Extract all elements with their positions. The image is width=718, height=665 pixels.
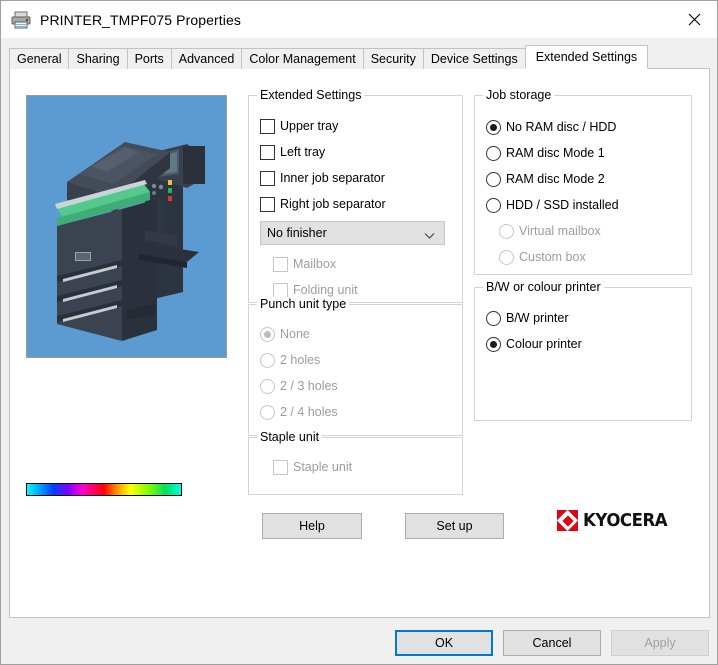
radio-button [260, 378, 275, 394]
extended-settings-panel: Extended Settings Upper tray Left tray I… [9, 68, 710, 618]
radio-label: Custom box [519, 250, 586, 264]
radio-label: B/W printer [506, 311, 569, 325]
checkbox-box [260, 118, 275, 134]
checkbox-label: Folding unit [293, 283, 358, 297]
printer-illustration [27, 96, 226, 357]
help-button[interactable]: Help [262, 513, 362, 539]
kyocera-logo: KYOCERA [557, 510, 674, 531]
checkbox-box [273, 459, 288, 475]
checkbox-box [260, 170, 275, 186]
apply-button: Apply [611, 630, 709, 656]
checkbox-label: Upper tray [280, 119, 339, 133]
tab-device-settings[interactable]: Device Settings [422, 48, 526, 69]
checkbox-box [273, 282, 288, 298]
tab-security[interactable]: Security [362, 48, 424, 69]
radio-label: 2 / 3 holes [280, 379, 338, 393]
radio-button [486, 310, 501, 326]
radio-bw-printer[interactable]: B/W printer [486, 309, 569, 327]
radio-label: 2 / 4 holes [280, 405, 338, 419]
checkbox-mailbox: Mailbox [273, 255, 336, 273]
extended-settings-group: Extended Settings Upper tray Left tray I… [248, 88, 463, 303]
radio-button [486, 197, 501, 213]
radio-punch-2-holes: 2 holes [260, 351, 320, 369]
setup-button[interactable]: Set up [405, 513, 504, 539]
radio-button [486, 119, 501, 135]
window-title: PRINTER_TMPF075 Properties [40, 11, 241, 28]
bw-or-colour-printer-legend: B/W or colour printer [483, 280, 604, 294]
radio-hdd-ssd-installed[interactable]: HDD / SSD installed [486, 196, 619, 214]
cancel-button[interactable]: Cancel [503, 630, 601, 656]
tab-general[interactable]: General [9, 48, 70, 69]
radio-label: Virtual mailbox [519, 224, 601, 238]
radio-button [260, 352, 275, 368]
printer-icon [10, 10, 32, 30]
checkbox-box [273, 256, 288, 272]
radio-button [499, 249, 514, 265]
radio-punch-2-3-holes: 2 / 3 holes [260, 377, 338, 395]
close-button[interactable] [671, 1, 717, 38]
kyocera-mark-icon [557, 510, 578, 531]
staple-unit-legend: Staple unit [257, 430, 323, 444]
finisher-dropdown[interactable]: No finisher [260, 221, 445, 245]
radio-ram-disc-mode-1[interactable]: RAM disc Mode 1 [486, 144, 605, 162]
checkbox-label: Left tray [280, 145, 326, 159]
radio-button [260, 404, 275, 420]
checkbox-left-tray[interactable]: Left tray [260, 143, 325, 161]
radio-ram-disc-mode-2[interactable]: RAM disc Mode 2 [486, 170, 605, 188]
bw-or-colour-printer-group: B/W or colour printer B/W printer Colour… [474, 280, 692, 421]
radio-no-ram-disc-hdd[interactable]: No RAM disc / HDD [486, 118, 616, 136]
tab-advanced[interactable]: Advanced [170, 48, 243, 69]
printer-preview-image [26, 95, 227, 358]
radio-label: None [280, 327, 310, 341]
radio-label: RAM disc Mode 2 [506, 172, 605, 186]
radio-label: HDD / SSD installed [506, 198, 619, 212]
radio-button [499, 223, 514, 239]
checkbox-label: Inner job separator [280, 171, 385, 185]
printer-properties-window: PRINTER_TMPF075 Properties General Shari… [0, 0, 718, 665]
job-storage-legend: Job storage [483, 88, 555, 102]
punch-unit-type-legend: Punch unit type [257, 297, 350, 311]
radio-button [486, 171, 501, 187]
checkbox-right-job-separator[interactable]: Right job separator [260, 195, 386, 213]
radio-label: 2 holes [280, 353, 321, 367]
ok-button[interactable]: OK [395, 630, 493, 656]
tab-sharing[interactable]: Sharing [68, 48, 128, 69]
radio-colour-printer[interactable]: Colour printer [486, 335, 582, 353]
finisher-dropdown-value: No finisher [267, 226, 327, 240]
chevron-down-icon [424, 229, 435, 243]
radio-label: Colour printer [506, 337, 582, 351]
kyocera-wordmark: KYOCERA [583, 510, 668, 531]
radio-button [486, 336, 501, 352]
tab-ports[interactable]: Ports [126, 48, 172, 69]
checkbox-inner-job-separator[interactable]: Inner job separator [260, 169, 385, 187]
radio-button [486, 145, 501, 161]
tab-color-management[interactable]: Color Management [241, 48, 364, 69]
title-bar: PRINTER_TMPF075 Properties [1, 1, 717, 38]
checkbox-label: Mailbox [293, 257, 337, 271]
colour-spectrum-bar [26, 483, 182, 496]
close-icon [688, 13, 701, 26]
radio-label: No RAM disc / HDD [506, 120, 617, 134]
checkbox-upper-tray[interactable]: Upper tray [260, 117, 338, 135]
tab-strip: General Sharing Ports Advanced Color Man… [9, 45, 649, 69]
checkbox-label: Right job separator [280, 197, 386, 211]
radio-button [260, 326, 275, 342]
extended-settings-legend: Extended Settings [257, 88, 365, 102]
job-storage-group: Job storage No RAM disc / HDD RAM disc M… [474, 88, 692, 275]
radio-punch-none: None [260, 325, 310, 343]
tab-extended-settings[interactable]: Extended Settings [524, 45, 649, 69]
checkbox-box [260, 196, 275, 212]
checkbox-staple-unit: Staple unit [273, 458, 352, 476]
radio-virtual-mailbox: Virtual mailbox [499, 222, 601, 240]
checkbox-label: Staple unit [293, 460, 353, 474]
punch-unit-type-group: Punch unit type None 2 holes 2 / 3 holes… [248, 297, 463, 436]
radio-punch-2-4-holes: 2 / 4 holes [260, 403, 338, 421]
radio-custom-box: Custom box [499, 248, 586, 266]
dialog-footer [1, 619, 717, 664]
staple-unit-group: Staple unit Staple unit [248, 430, 463, 495]
checkbox-box [260, 144, 275, 160]
radio-label: RAM disc Mode 1 [506, 146, 605, 160]
